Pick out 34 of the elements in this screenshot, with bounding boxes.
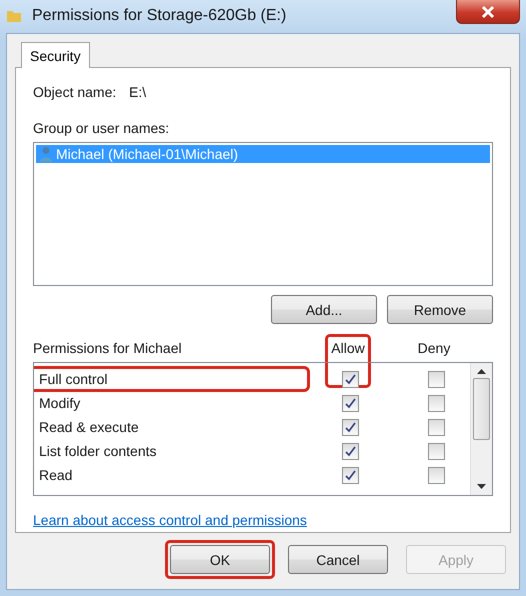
scroll-up-icon [477, 369, 486, 374]
tab[interactable]: Security [21, 42, 90, 68]
column-header: Deny [416, 340, 452, 356]
dialog-button[interactable]: Cancel [288, 545, 388, 574]
permission-name: Read & execute [38, 418, 140, 437]
checkbox[interactable] [342, 394, 358, 412]
checkbox[interactable] [428, 466, 444, 484]
dialog-button[interactable]: Add... [271, 295, 377, 324]
window-title: Permissions for Storage-620Gb (E:) [32, 6, 286, 24]
section-label: Permissions for Michael [33, 340, 183, 356]
checkbox[interactable] [342, 418, 358, 436]
scrollbar[interactable] [470, 363, 492, 495]
dialog-button[interactable]: OK [170, 545, 270, 574]
scroll-down-icon [477, 484, 486, 489]
checkbox[interactable] [342, 466, 358, 484]
close-button[interactable] [456, 0, 520, 24]
field-label: Object name: [33, 84, 118, 100]
object-name-value: E:\ [129, 84, 146, 100]
section-label: Group or user names: [33, 120, 170, 136]
help-link[interactable]: Learn about access control and permissions [33, 512, 493, 528]
checkbox[interactable] [428, 370, 444, 388]
checkbox[interactable] [428, 394, 444, 412]
permission-name: Modify [38, 394, 82, 413]
checkbox[interactable] [428, 442, 444, 460]
permission-name: Read [38, 466, 74, 485]
checkbox[interactable] [428, 418, 444, 436]
permission-name: Full control [34, 366, 310, 392]
permission-name: List folder contents [38, 442, 158, 461]
column-header: Allow [330, 340, 366, 356]
dialog-button[interactable]: Remove [387, 295, 493, 324]
checkbox[interactable] [342, 370, 358, 388]
user-icon [39, 146, 53, 162]
close-icon [481, 4, 495, 18]
checkbox[interactable] [342, 442, 358, 460]
